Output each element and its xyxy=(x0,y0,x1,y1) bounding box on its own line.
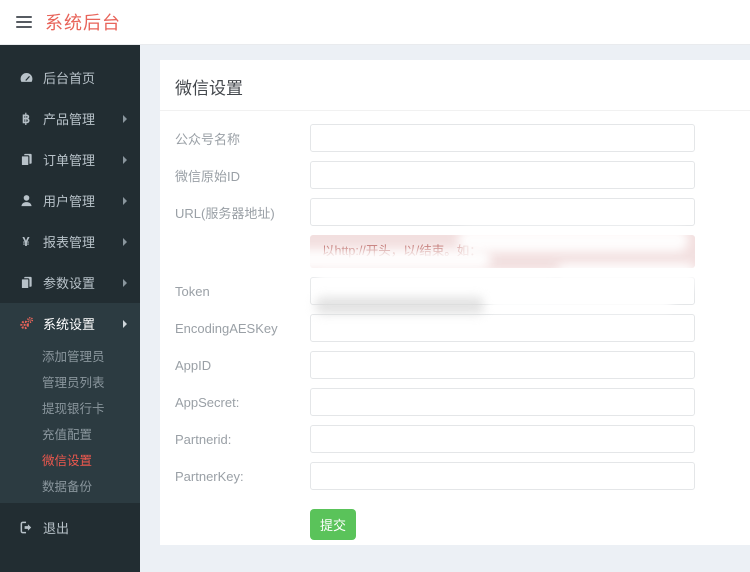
sidebar-subitem-admin-list[interactable]: 管理员列表 xyxy=(0,370,140,396)
hamburger-menu-icon[interactable] xyxy=(16,13,32,31)
form-row: Partnerid: xyxy=(175,425,735,453)
bitcoin-icon: ฿ xyxy=(21,110,31,126)
field-label: 微信原始ID xyxy=(175,168,241,184)
sidebar-item-logout[interactable]: 退出 xyxy=(0,507,140,548)
copy-icon xyxy=(18,275,34,290)
sidebar-subitem-withdraw-bank-card[interactable]: 提现银行卡 xyxy=(0,396,140,422)
input-appsecret[interactable] xyxy=(310,388,695,416)
sidebar-item-label: 订单管理 xyxy=(43,153,96,168)
sidebar-subitem-recharge-config[interactable]: 充值配置 xyxy=(0,422,140,448)
input-wechat-original-id[interactable] xyxy=(310,161,695,189)
sidebar-item-label: 产品管理 xyxy=(43,112,96,127)
field-label: PartnerKey: xyxy=(175,468,244,484)
sidebar-subitem-add-admin[interactable]: 添加管理员 xyxy=(0,344,140,370)
caret-right-icon xyxy=(123,237,127,246)
sidebar-item-params[interactable]: 参数设置 xyxy=(0,262,140,303)
input-official-account-name[interactable] xyxy=(310,124,695,152)
wechat-settings-form: 公众号名称 微信原始ID URL(服务器地址) 以http://开头，以/结束。… xyxy=(160,111,750,553)
sidebar-item-label: 用户管理 xyxy=(43,194,96,209)
wechat-settings-panel: 微信设置 公众号名称 微信原始ID URL(服务器地址) 以http://开头，… xyxy=(160,60,750,545)
top-navbar: 系统后台 xyxy=(0,0,750,45)
sign-out-icon xyxy=(18,520,34,535)
form-row: EncodingAESKey xyxy=(175,314,735,342)
input-partnerid[interactable] xyxy=(310,425,695,453)
sidebar-item-dashboard[interactable]: 后台首页 xyxy=(0,57,140,98)
url-format-alert: 以http://开头，以/结束。如： xyxy=(310,235,695,268)
sidebar-item-label: 退出 xyxy=(43,521,70,536)
dashboard-icon xyxy=(18,70,34,85)
user-icon xyxy=(18,193,34,208)
submit-button[interactable]: 提交 xyxy=(310,509,357,540)
field-label: AppID xyxy=(175,357,212,373)
form-row: URL(服务器地址) xyxy=(175,198,735,226)
gears-icon xyxy=(18,316,34,331)
form-row: Token xyxy=(175,277,735,305)
caret-right-icon xyxy=(123,114,127,123)
sidebar-item-label: 参数设置 xyxy=(43,276,96,291)
form-row: 公众号名称 xyxy=(175,124,735,152)
input-partnerkey[interactable] xyxy=(310,462,695,490)
sidebar: 后台首页 ฿ 产品管理 订单管理 用户管理 ¥ 报表管理 参数设置 系统设置 添… xyxy=(0,45,140,572)
sidebar-item-orders[interactable]: 订单管理 xyxy=(0,139,140,180)
field-label: URL(服务器地址) xyxy=(175,205,275,221)
form-row: AppID xyxy=(175,351,735,379)
panel-title: 微信设置 xyxy=(160,60,750,111)
app-title: 系统后台 xyxy=(45,13,121,33)
content-wrapper: 微信设置 公众号名称 微信原始ID URL(服务器地址) 以http://开头，… xyxy=(140,45,750,572)
field-label: Partnerid: xyxy=(175,431,232,447)
sidebar-subitem-wechat-settings[interactable]: 微信设置 xyxy=(0,448,140,474)
input-token[interactable] xyxy=(310,277,695,305)
sidebar-item-label: 系统设置 xyxy=(43,317,96,332)
field-label: EncodingAESKey xyxy=(175,320,278,336)
field-label: AppSecret: xyxy=(175,394,240,410)
copy-icon xyxy=(18,152,34,167)
form-row: PartnerKey: xyxy=(175,462,735,490)
sidebar-group-system-settings: 系统设置 添加管理员 管理员列表 提现银行卡 充值配置 微信设置 数据备份 xyxy=(0,303,140,503)
caret-right-icon xyxy=(123,196,127,205)
sidebar-item-products[interactable]: ฿ 产品管理 xyxy=(0,98,140,139)
input-server-url[interactable] xyxy=(310,198,695,226)
sidebar-item-reports[interactable]: ¥ 报表管理 xyxy=(0,221,140,262)
system-settings-submenu: 添加管理员 管理员列表 提现银行卡 充值配置 微信设置 数据备份 xyxy=(0,344,140,503)
form-row: 微信原始ID xyxy=(175,161,735,189)
input-encoding-aes-key[interactable] xyxy=(310,314,695,342)
field-label: Token xyxy=(175,283,210,299)
sidebar-subitem-data-backup[interactable]: 数据备份 xyxy=(0,474,140,500)
caret-right-icon xyxy=(123,278,127,287)
input-appid[interactable] xyxy=(310,351,695,379)
caret-right-icon xyxy=(123,319,127,328)
field-label: 公众号名称 xyxy=(175,131,241,147)
form-row: AppSecret: xyxy=(175,388,735,416)
sidebar-item-system-settings[interactable]: 系统设置 xyxy=(0,303,140,344)
sidebar-item-label: 报表管理 xyxy=(43,235,96,250)
sidebar-item-users[interactable]: 用户管理 xyxy=(0,180,140,221)
yen-icon: ¥ xyxy=(22,234,30,249)
caret-right-icon xyxy=(123,155,127,164)
sidebar-item-label: 后台首页 xyxy=(43,71,96,86)
